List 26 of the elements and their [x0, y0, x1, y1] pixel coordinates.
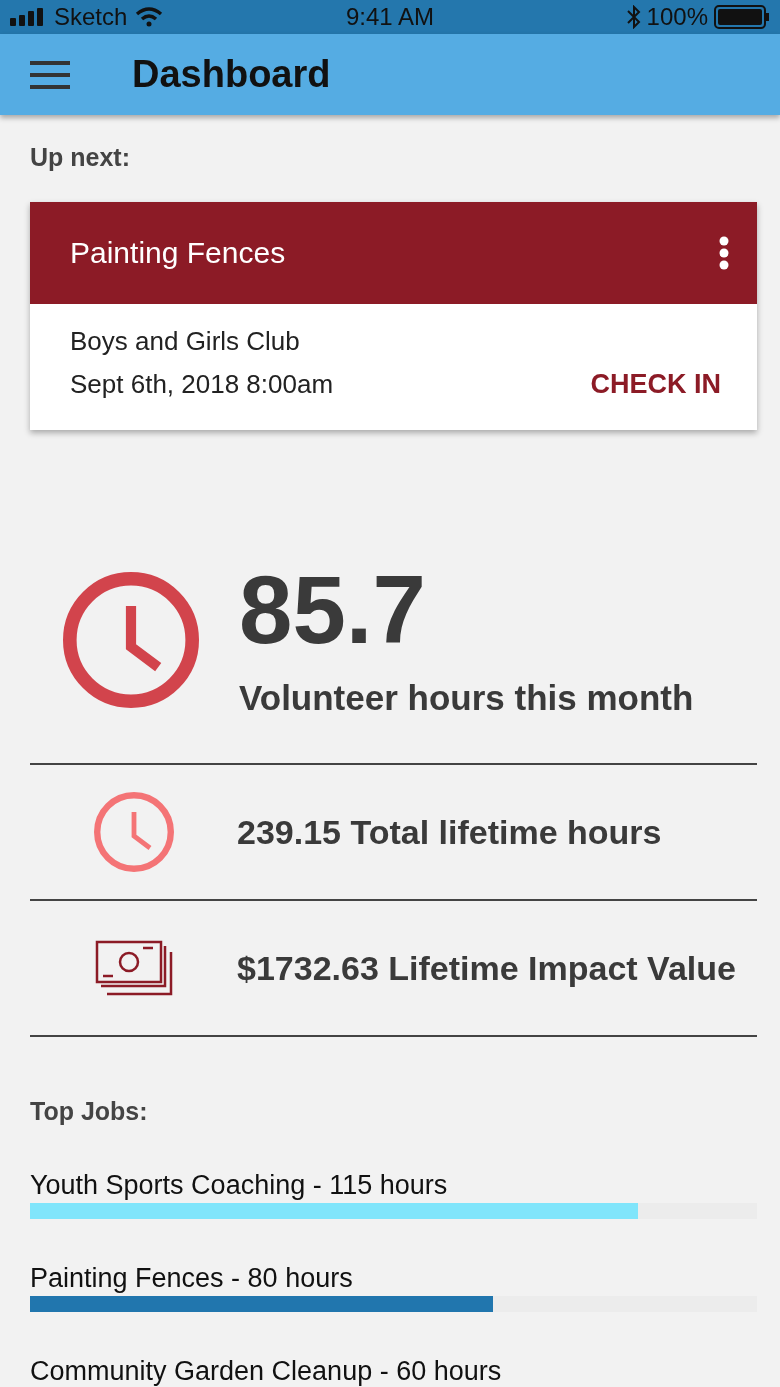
wifi-icon	[135, 6, 164, 29]
job-label: Community Garden Cleanup - 60 hours	[30, 1356, 503, 1387]
stat-text: $1732.63 Lifetime Impact Value	[237, 948, 736, 988]
page-title: Dashboard	[132, 53, 331, 97]
section-heading: Up next:	[30, 143, 131, 172]
event-title: Painting Fences	[70, 236, 286, 270]
battery-icon	[714, 5, 770, 30]
clock-icon	[93, 792, 174, 872]
menu-icon[interactable]	[30, 60, 70, 89]
bluetooth-icon	[626, 5, 641, 30]
stat-text: 239.15 Total lifetime hours	[237, 812, 662, 852]
job-label: Painting Fences - 80 hours	[30, 1263, 354, 1294]
clock-time: 9:41 AM	[345, 3, 434, 32]
money-icon	[94, 940, 173, 996]
battery-percent: 100%	[646, 3, 708, 32]
more-icon[interactable]	[719, 236, 729, 270]
job-label: Youth Sports Coaching - 115 hours	[30, 1170, 449, 1201]
carrier-name: Sketch	[54, 3, 128, 32]
month-hours-label: Volunteer hours this month	[239, 678, 694, 718]
event-datetime: Sept 6th, 2018 8:00am	[70, 369, 334, 400]
section-heading: Top Jobs:	[30, 1097, 149, 1126]
signal-icon	[10, 8, 46, 27]
event-organization: Boys and Girls Club	[70, 326, 301, 357]
check-in-button[interactable]: CHECK IN	[590, 369, 721, 400]
clock-icon	[63, 572, 199, 708]
month-hours-value: 85.7	[239, 562, 427, 658]
